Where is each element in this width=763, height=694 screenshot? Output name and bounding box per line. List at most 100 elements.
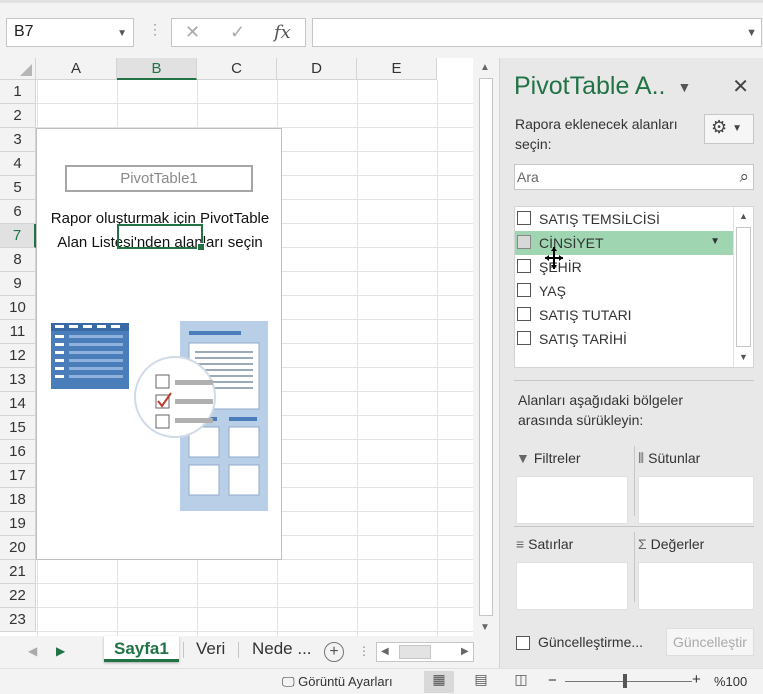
row-header[interactable]: 7: [0, 224, 36, 248]
values-area[interactable]: Σ Değerler: [638, 536, 754, 610]
row-header[interactable]: 8: [0, 248, 36, 272]
field-item[interactable]: SATIŞ TARİHİ: [515, 327, 734, 351]
filters-area[interactable]: ▼ Filtreler: [516, 450, 632, 524]
formula-input[interactable]: ▼: [312, 18, 762, 47]
row-header[interactable]: 3: [0, 128, 36, 152]
scroll-right-icon[interactable]: ▶: [461, 646, 469, 657]
pivot-illustration-icon: [51, 321, 268, 511]
row-header[interactable]: 14: [0, 392, 36, 416]
sheet-tab-nede[interactable]: Nede ...: [242, 636, 322, 662]
field-checkbox[interactable]: [517, 259, 531, 273]
enter-icon[interactable]: ✓: [230, 22, 245, 43]
prev-sheet-icon[interactable]: ◀: [28, 644, 37, 658]
field-dropdown-icon[interactable]: ▼: [710, 236, 720, 247]
column-header[interactable]: D: [277, 58, 357, 80]
sheet-tab-veri[interactable]: Veri: [186, 636, 235, 662]
row-header[interactable]: 17: [0, 464, 36, 488]
name-box[interactable]: B7 ▼: [6, 18, 134, 47]
row-header[interactable]: 1: [0, 80, 36, 104]
more-dots-icon[interactable]: ⋮: [358, 644, 370, 658]
close-icon[interactable]: ✕: [732, 74, 749, 99]
rows-area[interactable]: ≡ Satırlar: [516, 536, 632, 610]
page-layout-view-icon[interactable]: ▤: [466, 671, 496, 693]
defer-update-label: Güncelleştirme...: [538, 634, 644, 650]
selected-cell-b7[interactable]: [117, 224, 205, 251]
display-settings-button[interactable]: 🖵 Görüntü Ayarları: [282, 674, 393, 690]
chevron-down-icon[interactable]: ▼: [677, 79, 691, 95]
row-header[interactable]: 16: [0, 440, 36, 464]
row-header[interactable]: 23: [0, 608, 36, 632]
add-sheet-icon[interactable]: +: [324, 642, 344, 662]
column-header[interactable]: E: [357, 58, 437, 80]
row-header[interactable]: 4: [0, 152, 36, 176]
row-header[interactable]: 21: [0, 560, 36, 584]
page-break-view-icon[interactable]: ◫: [506, 671, 536, 693]
field-item[interactable]: YAŞ: [515, 279, 734, 303]
zoom-in-icon[interactable]: +: [692, 671, 701, 688]
defer-update-option[interactable]: Güncelleştirme...: [516, 634, 644, 651]
column-header[interactable]: A: [36, 58, 117, 80]
field-checkbox[interactable]: [517, 211, 531, 225]
field-checkbox[interactable]: [517, 307, 531, 321]
field-item[interactable]: SATIŞ TUTARI: [515, 303, 734, 327]
row-header[interactable]: 18: [0, 488, 36, 512]
scroll-thumb[interactable]: [736, 227, 751, 347]
row-header[interactable]: 2: [0, 104, 36, 128]
row-header[interactable]: 19: [0, 512, 36, 536]
row-header[interactable]: 11: [0, 320, 36, 344]
rows-drop-zone[interactable]: [516, 562, 628, 610]
scroll-left-icon[interactable]: ◀: [381, 646, 389, 657]
row-header[interactable]: 6: [0, 200, 36, 224]
field-checkbox[interactable]: [517, 235, 531, 249]
field-list-scrollbar[interactable]: ▲ ▼: [733, 207, 753, 367]
divider: [514, 526, 754, 527]
row-header[interactable]: 9: [0, 272, 36, 296]
cancel-icon[interactable]: ✕: [185, 22, 200, 43]
search-icon[interactable]: ⌕: [739, 167, 749, 187]
zoom-out-icon[interactable]: −: [548, 672, 557, 689]
worksheet-grid[interactable]: ABCDE 1 2 3 4 5 6 7 8 9 10 11 12 13 14 15 16 17 18 19 20 21 2…: [0, 58, 473, 636]
chevron-down-icon[interactable]: ▼: [117, 28, 127, 39]
filters-drop-zone[interactable]: [516, 476, 628, 524]
column-header[interactable]: C: [197, 58, 277, 80]
scroll-down-icon[interactable]: ▼: [739, 352, 748, 362]
scroll-up-icon[interactable]: ▲: [480, 62, 490, 73]
field-search-input[interactable]: Ara ⌕: [514, 164, 754, 190]
sheet-tab-sayfa1[interactable]: Sayfa1: [104, 636, 179, 662]
row-header[interactable]: 10: [0, 296, 36, 320]
vertical-scrollbar[interactable]: ▲ ▼: [476, 58, 496, 636]
expand-formula-icon[interactable]: ▼: [746, 27, 757, 39]
insert-function-icon[interactable]: fx: [274, 22, 291, 43]
field-checkbox[interactable]: [517, 283, 531, 297]
row-header[interactable]: 22: [0, 584, 36, 608]
defer-update-checkbox[interactable]: [516, 636, 530, 651]
horizontal-scrollbar[interactable]: ◀ ▶: [376, 642, 474, 662]
tab-separator: [238, 642, 239, 658]
scroll-thumb[interactable]: [479, 78, 493, 616]
row-header[interactable]: 20: [0, 536, 36, 560]
row-header[interactable]: 13: [0, 368, 36, 392]
row-header[interactable]: 12: [0, 344, 36, 368]
column-header[interactable]: B: [117, 58, 197, 80]
field-item[interactable]: SATIŞ TEMSİLCİSİ: [515, 207, 734, 231]
row-header[interactable]: 5: [0, 176, 36, 200]
update-button[interactable]: Güncelleştir: [666, 628, 754, 656]
zoom-slider-thumb[interactable]: [623, 674, 627, 688]
pivot-table-placeholder[interactable]: PivotTable1 Rapor oluşturmak için PivotT…: [36, 128, 282, 560]
name-box-value: B7: [14, 23, 34, 40]
scroll-down-icon[interactable]: ▼: [480, 622, 490, 633]
next-sheet-icon[interactable]: ▶: [56, 644, 65, 658]
row-header[interactable]: 15: [0, 416, 36, 440]
zoom-level[interactable]: %100: [714, 674, 747, 689]
columns-area[interactable]: ⦀ Sütunlar: [638, 450, 754, 524]
more-dots-icon[interactable]: ⋮: [148, 21, 162, 38]
scroll-thumb[interactable]: [399, 645, 431, 659]
columns-drop-zone[interactable]: [638, 476, 754, 524]
select-all-corner[interactable]: [0, 58, 36, 80]
normal-view-icon[interactable]: ▦: [424, 671, 454, 693]
values-drop-zone[interactable]: [638, 562, 754, 610]
tools-button[interactable]: ⚙ ▼: [704, 114, 754, 144]
zoom-slider[interactable]: [565, 681, 692, 682]
field-checkbox[interactable]: [517, 331, 531, 345]
scroll-up-icon[interactable]: ▲: [739, 211, 748, 221]
